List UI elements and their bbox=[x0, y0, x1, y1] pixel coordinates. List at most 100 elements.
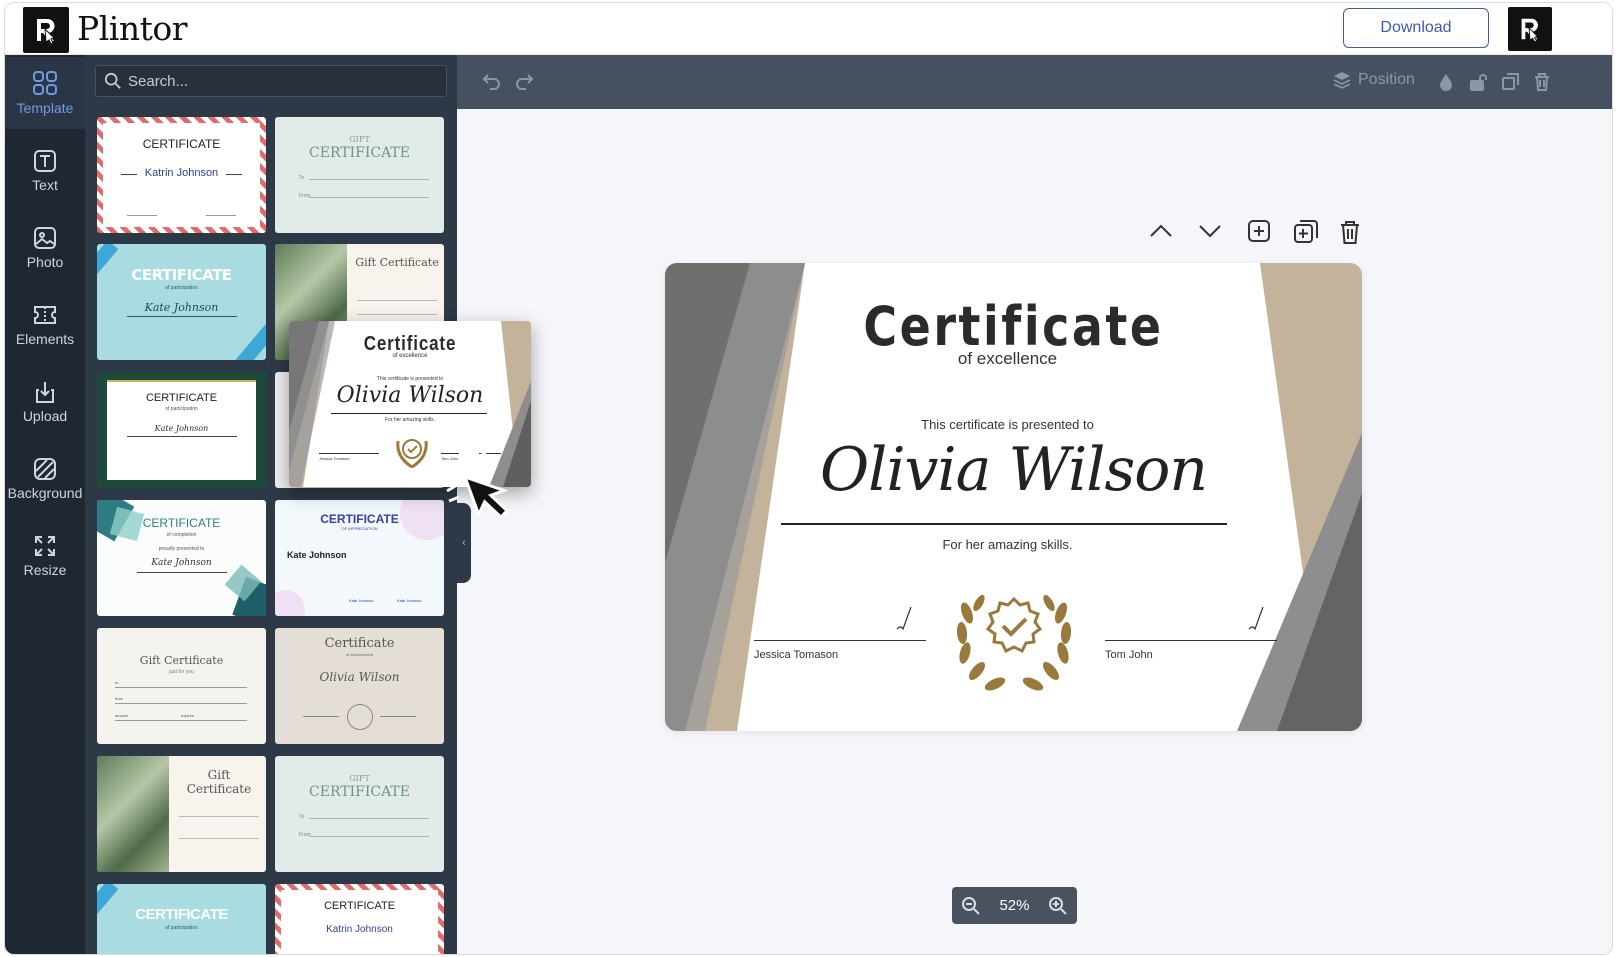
sidebar-item-upload[interactable]: Upload bbox=[5, 366, 85, 438]
template-title: CERTIFICATE bbox=[323, 900, 396, 912]
template-title: Gift Certificate bbox=[186, 768, 252, 797]
position-label: Position bbox=[1358, 71, 1415, 88]
zoom-level: 52% bbox=[999, 897, 1030, 914]
sidebar-item-resize[interactable]: Resize bbox=[5, 520, 85, 592]
template-name: Kate Johnson bbox=[144, 301, 219, 314]
laurel-badge-icon[interactable] bbox=[949, 581, 1079, 701]
toolbar: Position bbox=[457, 55, 1612, 109]
chevron-down-icon[interactable] bbox=[1197, 219, 1223, 243]
sidebar-item-label: Background bbox=[7, 485, 83, 501]
zoom-out-icon[interactable] bbox=[961, 896, 981, 916]
template-subtitle: just for you bbox=[169, 669, 194, 675]
redo-icon[interactable] bbox=[513, 72, 535, 92]
template-thumb[interactable]: GIFT CERTIFICATE To From bbox=[275, 117, 444, 233]
trash-icon[interactable] bbox=[1533, 72, 1551, 92]
search-input[interactable] bbox=[128, 72, 428, 90]
template-subtitle: of achievement bbox=[345, 652, 374, 657]
template-title: CERTIFICATE bbox=[131, 266, 232, 284]
signature-line-right bbox=[1105, 640, 1277, 641]
search-icon bbox=[104, 72, 121, 89]
template-subtitle: OF APPRECIATION bbox=[341, 526, 378, 531]
background-icon bbox=[34, 458, 56, 480]
signature-name-left[interactable]: Jessica Tomason bbox=[754, 649, 838, 661]
signature-line-left bbox=[754, 640, 926, 641]
sidebar: Template Text Photo Elements Upload Back… bbox=[5, 55, 85, 954]
logo-right[interactable] bbox=[1508, 7, 1552, 51]
undo-icon[interactable] bbox=[481, 72, 503, 92]
logo-icon bbox=[1521, 18, 1539, 43]
drag-reason: For her amazing skills. bbox=[384, 417, 435, 423]
delete-page-icon[interactable] bbox=[1339, 219, 1361, 245]
zoom-in-icon[interactable] bbox=[1048, 896, 1068, 916]
sidebar-item-label: Photo bbox=[26, 254, 64, 270]
opacity-icon[interactable] bbox=[1437, 72, 1455, 92]
resize-icon bbox=[35, 536, 55, 556]
header: Plintor Download bbox=[5, 3, 1612, 55]
template-name: Kate Johnson bbox=[287, 550, 347, 560]
template-title: Gift Certificate bbox=[139, 654, 224, 667]
template-thumb[interactable]: CERTIFICATE OF APPRECIATION Kate Johnson… bbox=[275, 500, 444, 616]
template-sign: Kate Johnson bbox=[349, 598, 374, 603]
template-presented: proudly presented to bbox=[158, 546, 205, 552]
template-to: To bbox=[299, 175, 305, 181]
search-box[interactable] bbox=[95, 65, 447, 97]
certificate-presented-text[interactable]: This certificate is presented to bbox=[665, 417, 1350, 432]
template-title: CERTIFICATE bbox=[145, 392, 218, 404]
signature-mark bbox=[896, 606, 912, 631]
template-thumb[interactable]: CERTIFICATE Katrin Johnson bbox=[275, 884, 444, 954]
template-thumb[interactable]: CERTIFICATE of participation Kate Johnso… bbox=[97, 244, 266, 360]
sidebar-item-background[interactable]: Background bbox=[5, 443, 85, 515]
template-subtitle: GIFT bbox=[349, 774, 370, 783]
template-thumb[interactable]: GIFT CERTIFICATE To From bbox=[275, 756, 444, 872]
grid-icon bbox=[33, 71, 57, 95]
template-thumb[interactable]: CERTIFICATE of completion proudly presen… bbox=[97, 500, 266, 616]
logo-icon bbox=[37, 18, 55, 45]
template-thumb[interactable]: CERTIFICATE Katrin Johnson bbox=[97, 117, 266, 233]
sidebar-item-photo[interactable]: Photo bbox=[5, 212, 85, 284]
template-subtitle: of completion bbox=[166, 532, 197, 538]
sidebar-item-text[interactable]: Text bbox=[5, 135, 85, 207]
template-subtitle: GIFT bbox=[349, 135, 370, 144]
certificate-canvas[interactable]: Certificate of excellence This certifica… bbox=[665, 263, 1362, 731]
template-to: To bbox=[299, 814, 305, 820]
template-title: CERTIFICATE bbox=[309, 784, 410, 800]
template-title: CERTIFICATE bbox=[142, 516, 221, 530]
template-thumb[interactable]: Gift Certificate just for you to from am… bbox=[97, 628, 266, 744]
position-button[interactable]: Position bbox=[1332, 70, 1415, 90]
template-thumb[interactable]: Certificate of achievement Olivia Wilson bbox=[275, 628, 444, 744]
chevron-up-icon[interactable] bbox=[1148, 219, 1174, 243]
template-to: to bbox=[115, 680, 119, 685]
template-amount: amount bbox=[115, 713, 129, 718]
download-button[interactable]: Download bbox=[1343, 8, 1489, 48]
duplicate-page-icon[interactable] bbox=[1293, 219, 1319, 245]
certificate-reason[interactable]: For her amazing skills. bbox=[665, 537, 1350, 552]
template-title: CERTIFICATE bbox=[320, 512, 399, 526]
logo[interactable] bbox=[23, 7, 69, 53]
text-icon bbox=[34, 150, 56, 172]
sidebar-item-elements[interactable]: Elements bbox=[5, 289, 85, 361]
template-name: Katrin Johnson bbox=[326, 924, 393, 935]
layers-icon bbox=[1333, 72, 1351, 89]
signature-name-right[interactable]: Tom John bbox=[1105, 649, 1153, 661]
template-name: Olivia Wilson bbox=[319, 670, 400, 684]
elements-icon bbox=[34, 306, 56, 324]
template-from: from bbox=[115, 696, 123, 701]
sidebar-item-label: Upload bbox=[22, 408, 68, 424]
template-thumb[interactable]: Gift Certificate bbox=[97, 756, 266, 872]
add-page-icon[interactable] bbox=[1247, 219, 1271, 243]
recipient-name[interactable]: Olivia Wilson bbox=[665, 435, 1362, 505]
sidebar-item-template[interactable]: Template bbox=[5, 57, 85, 129]
template-thumb[interactable]: CERTIFICATE of participation Kate Johnso… bbox=[97, 372, 266, 488]
app-window: Plintor Download Template Text Photo Ele… bbox=[4, 2, 1613, 955]
certificate-subtitle[interactable]: of excellence bbox=[665, 349, 1350, 369]
signature-mark bbox=[1248, 606, 1264, 631]
template-expires: expires bbox=[181, 713, 194, 718]
mouse-cursor-icon bbox=[446, 443, 510, 520]
photo-icon bbox=[34, 227, 56, 249]
duplicate-icon[interactable] bbox=[1501, 72, 1521, 92]
sidebar-item-label: Elements bbox=[15, 331, 75, 347]
unlock-icon[interactable] bbox=[1469, 72, 1489, 92]
template-thumb[interactable]: CERTIFICATE of participation bbox=[97, 884, 266, 954]
template-subtitle: of participation bbox=[165, 285, 198, 291]
template-title: CERTIFICATE bbox=[135, 906, 228, 923]
